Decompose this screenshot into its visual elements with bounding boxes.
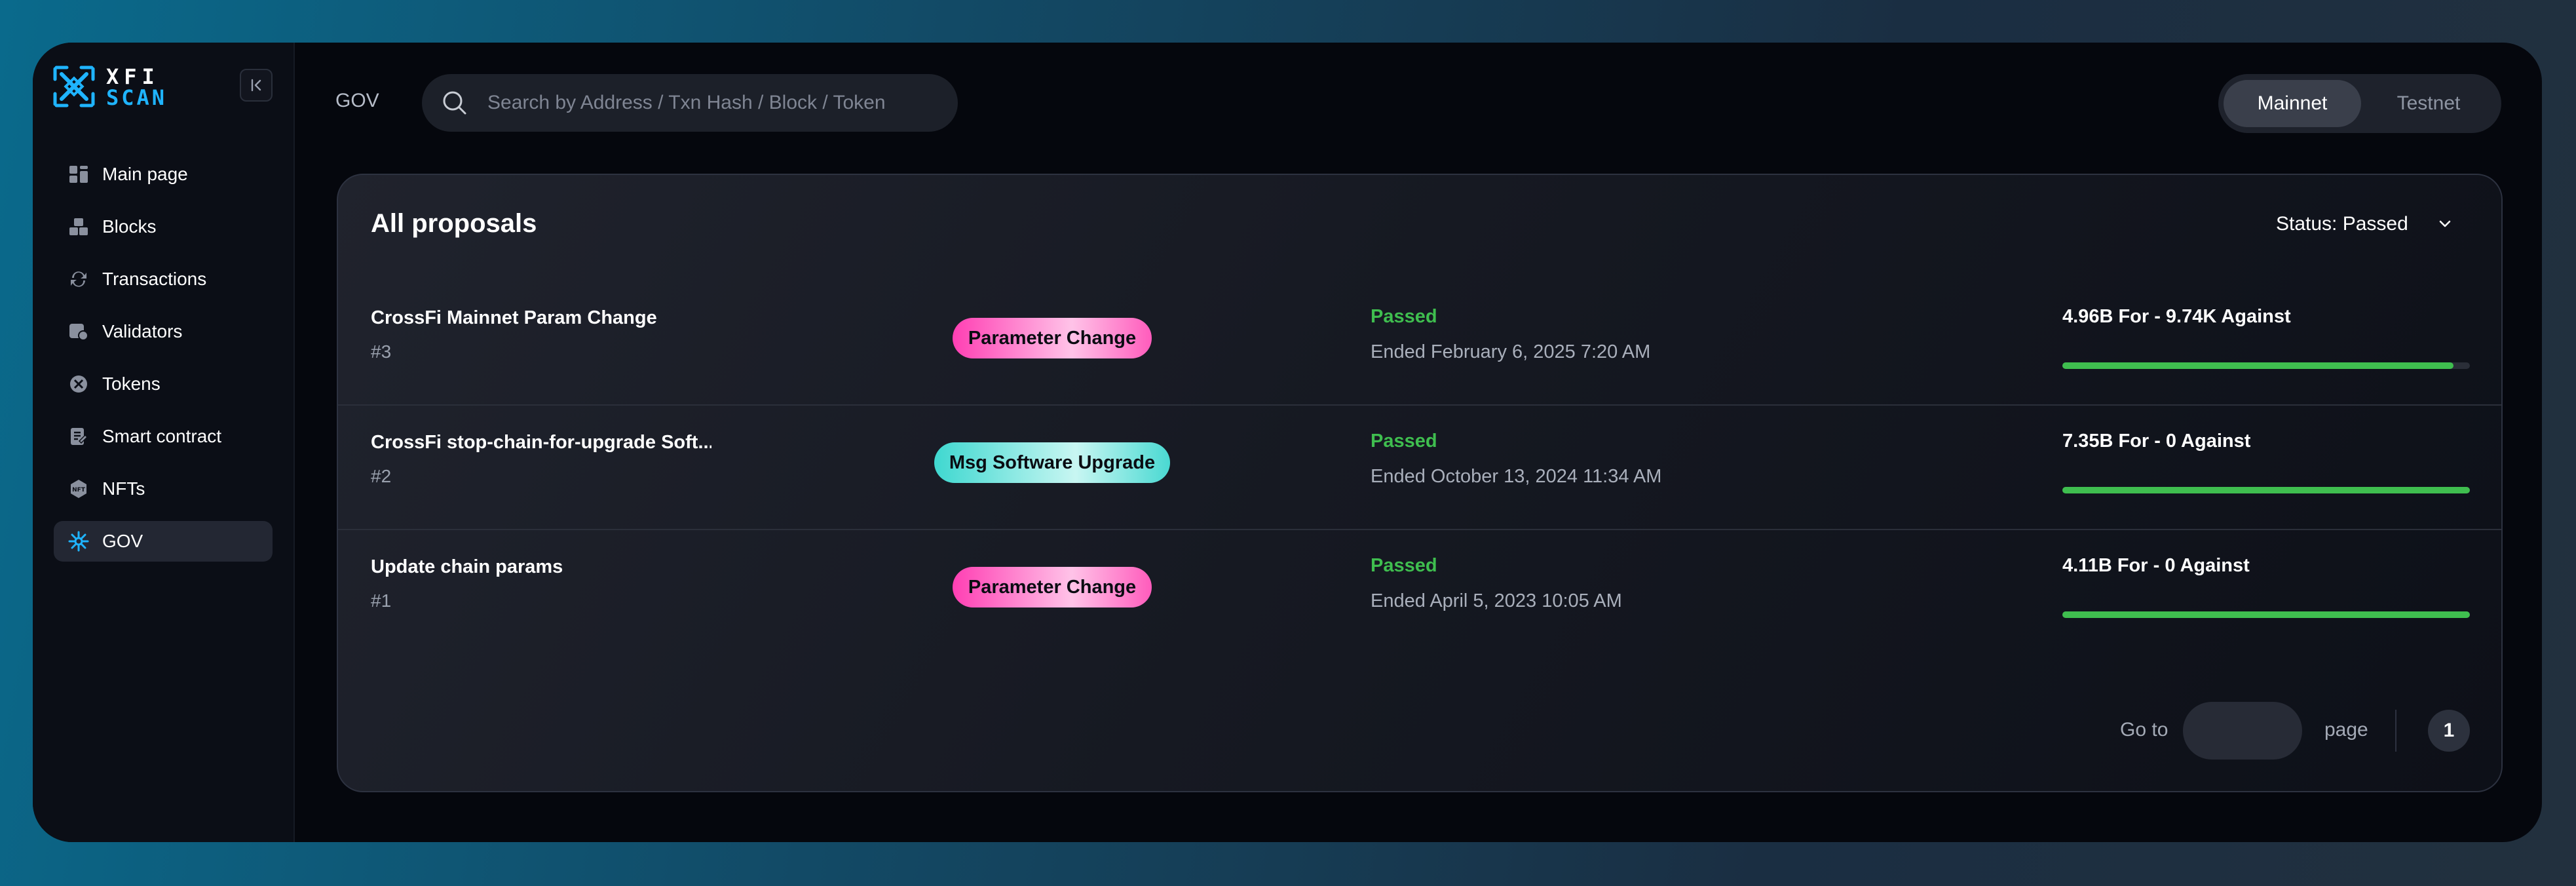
goto-page-input[interactable] xyxy=(2183,702,2302,760)
proposal-type-badge: Parameter Change xyxy=(953,567,1152,607)
sidebar-item-blocks[interactable]: Blocks xyxy=(54,206,273,247)
sidebar-item-label: Tokens xyxy=(102,374,161,394)
mainnet-button[interactable]: Mainnet xyxy=(2224,80,2361,127)
gov-icon xyxy=(67,530,90,553)
sidebar-item-nfts[interactable]: NFT NFTs xyxy=(54,469,273,509)
proposal-ended-date: Ended February 6, 2025 7:20 AM xyxy=(1371,341,1651,362)
sidebar-item-label: GOV xyxy=(102,531,143,551)
nft-icon: NFT xyxy=(67,477,90,501)
sidebar-item-validators[interactable]: Validators xyxy=(54,311,273,352)
proposal-title[interactable]: CrossFi Mainnet Param Change xyxy=(371,307,657,329)
page-label: page xyxy=(2324,719,2368,741)
sidebar-item-label: Main page xyxy=(102,164,188,184)
vote-progress-fill xyxy=(2062,362,2454,369)
sidebar-item-smart-contract[interactable]: Smart contract xyxy=(54,416,273,457)
sidebar-item-label: NFTs xyxy=(102,478,145,499)
sidebar-item-gov[interactable]: GOV xyxy=(54,521,273,562)
proposal-title[interactable]: CrossFi stop-chain-for-upgrade Soft... xyxy=(371,432,711,453)
sidebar-item-main-page[interactable]: Main page xyxy=(54,154,273,195)
vote-progress-fill xyxy=(2062,487,2470,493)
proposal-votes: 7.35B For - 0 Against xyxy=(2062,431,2251,452)
logo-line-2: SCAN xyxy=(106,85,168,110)
testnet-button[interactable]: Testnet xyxy=(2361,80,2496,127)
status-filter-dropdown[interactable]: Status: Passed xyxy=(2276,213,2454,235)
sidebar-item-label: Blocks xyxy=(102,216,157,237)
collapse-left-icon xyxy=(251,79,261,92)
sidebar-item-label: Transactions xyxy=(102,269,207,289)
sidebar-item-transactions[interactable]: Transactions xyxy=(54,259,273,299)
grid-icon xyxy=(67,163,90,186)
proposal-id: #2 xyxy=(371,466,392,486)
proposal-status: Passed xyxy=(1371,431,1437,452)
token-icon xyxy=(67,372,90,396)
proposal-votes: 4.11B For - 0 Against xyxy=(2062,555,2250,576)
logo-line-1: XFI xyxy=(106,64,160,89)
transactions-icon xyxy=(67,267,90,291)
proposal-title[interactable]: Update chain params xyxy=(371,556,563,578)
proposal-id: #1 xyxy=(371,590,392,611)
goto-label: Go to xyxy=(2120,719,2169,741)
chevron-down-icon xyxy=(2439,220,2451,227)
blocks-icon xyxy=(67,215,90,239)
proposal-row[interactable]: Update chain params #1 Parameter Change … xyxy=(338,530,2501,655)
proposal-votes: 4.96B For - 9.74K Against xyxy=(2062,306,2291,327)
pagination-divider xyxy=(2395,710,2396,752)
sidebar-item-tokens[interactable]: Tokens xyxy=(54,364,273,404)
proposal-row[interactable]: CrossFi Mainnet Param Change #3 Paramete… xyxy=(338,281,2501,406)
proposal-status: Passed xyxy=(1371,555,1437,576)
search-input[interactable] xyxy=(487,92,933,114)
sidebar-nav: Main page Blocks Transactions Validators xyxy=(54,154,273,573)
network-toggle: Mainnet Testnet xyxy=(2218,74,2501,133)
collapse-sidebar-button[interactable] xyxy=(240,69,273,102)
logo-icon xyxy=(53,66,95,107)
vote-progress-bar xyxy=(2062,611,2470,618)
vote-progress-bar xyxy=(2062,487,2470,493)
proposal-status: Passed xyxy=(1371,306,1437,327)
proposals-panel: All proposals Status: Passed CrossFi Mai… xyxy=(337,174,2503,792)
breadcrumb: GOV xyxy=(335,90,379,111)
proposal-id: #3 xyxy=(371,341,392,362)
svg-text:NFT: NFT xyxy=(72,487,86,493)
validators-icon xyxy=(67,320,90,343)
proposal-ended-date: Ended October 13, 2024 11:34 AM xyxy=(1371,466,1662,487)
sidebar-item-label: Smart contract xyxy=(102,426,222,446)
xfi-scan-logo[interactable]: XFI SCAN xyxy=(52,64,183,109)
sidebar: XFI SCAN Main page Blocks Transactions V… xyxy=(33,43,295,842)
contract-icon xyxy=(67,425,90,448)
proposal-type-badge: Parameter Change xyxy=(953,318,1152,358)
search-bar[interactable] xyxy=(422,74,958,132)
vote-progress-bar xyxy=(2062,362,2470,369)
logo-text: XFI SCAN xyxy=(106,66,167,108)
search-icon xyxy=(443,91,466,115)
status-filter-label: Status: Passed xyxy=(2276,213,2408,235)
page-number-button[interactable]: 1 xyxy=(2428,710,2470,752)
page-title: All proposals xyxy=(371,209,537,238)
proposal-type-badge: Msg Software Upgrade xyxy=(934,442,1170,483)
proposal-row[interactable]: CrossFi stop-chain-for-upgrade Soft... #… xyxy=(338,406,2501,530)
proposal-ended-date: Ended April 5, 2023 10:05 AM xyxy=(1371,590,1622,611)
vote-progress-fill xyxy=(2062,611,2470,618)
app-window: XFI SCAN Main page Blocks Transactions V… xyxy=(33,43,2542,842)
sidebar-item-label: Validators xyxy=(102,321,183,341)
